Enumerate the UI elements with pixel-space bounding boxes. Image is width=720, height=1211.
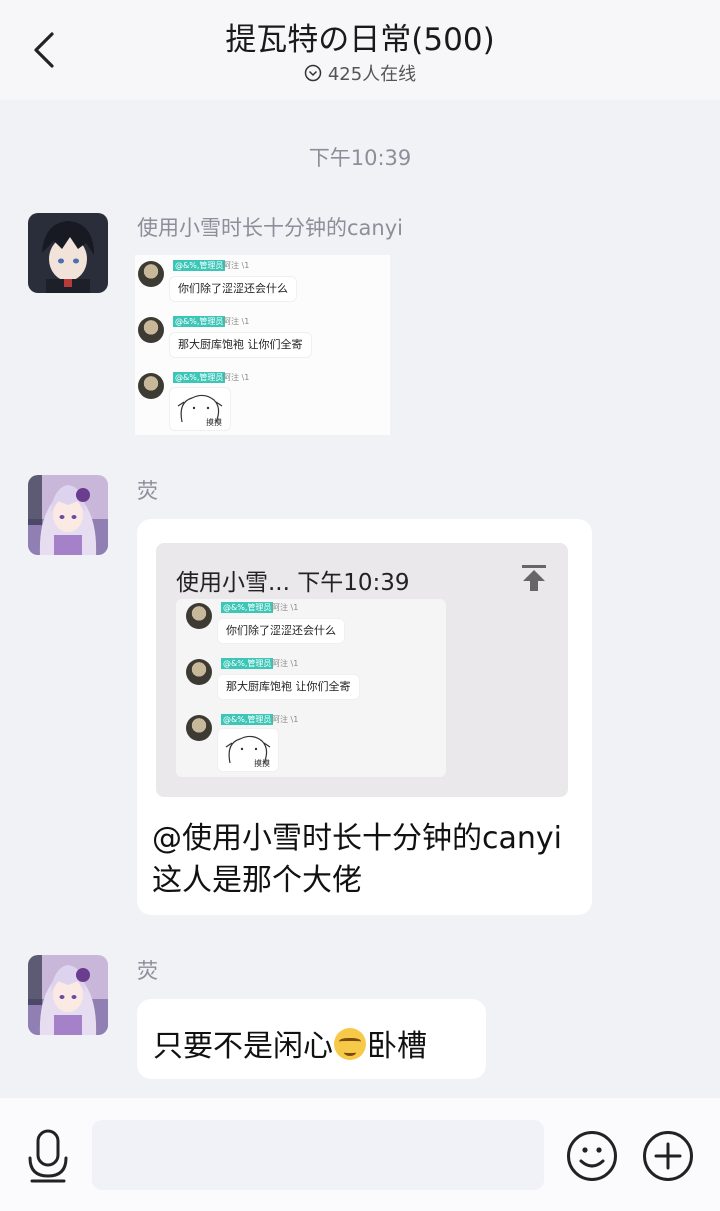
mini-bubble: 那大厨库饱袍 让你们全寄 [218,675,359,699]
avatar[interactable] [28,213,108,293]
plus-icon[interactable] [642,1130,694,1182]
admin-tag: @&%,管理员 [221,658,274,669]
message-text-part: 卧槽 [367,1029,427,1064]
chat-title[interactable]: 提瓦特の日常(500) [0,14,720,59]
mini-name: 阿注 \1 [223,373,250,382]
mini-bubble: 你们除了涩涩还会什么 [218,619,344,643]
mini-avatar [138,317,164,343]
message-input[interactable] [92,1120,544,1190]
mini-avatar [186,603,212,629]
emoji-icon[interactable] [566,1130,618,1182]
sender-name: 荧 [137,959,158,983]
online-status[interactable]: 425人在线 [0,60,720,86]
avatar[interactable] [28,955,108,1035]
message-text-part: 只要不是闲心 [153,1029,333,1064]
mini-name: 阿注 \1 [272,659,299,668]
mini-avatar [186,659,212,685]
avatar[interactable] [28,475,108,555]
quoted-message[interactable]: 使用小雪... 下午10:39 @&%,管理员 阿注 \1 你们除了涩涩还会什么… [156,543,568,797]
admin-tag: @&%,管理员 [173,316,226,327]
message-text: @使用小雪时长十分钟的canyi 这人是那个大佬 [152,821,562,898]
mini-sticker: 摸摸 [218,729,278,771]
sender-name: 使用小雪时长十分钟的canyi [137,216,403,240]
mini-sticker: 摸摸 [170,388,230,430]
sticker-label: 摸摸 [254,759,270,768]
quote-header: 使用小雪... 下午10:39 [176,570,410,596]
mini-bubble: 那大厨库饱袍 让你们全寄 [170,333,311,357]
admin-tag: @&%,管理员 [221,602,274,613]
chat-header: 提瓦特の日常(500) 425人在线 [0,0,720,100]
mini-name: 阿注 \1 [223,261,250,270]
chevron-down-circle-icon [304,64,322,82]
message-timestamp: 下午10:39 [308,146,412,170]
mini-name: 阿注 \1 [223,317,250,326]
sticker-label: 摸摸 [206,418,222,427]
admin-tag: @&%,管理员 [173,260,226,271]
message-text: 只要不是闲心 卧槽 [153,1021,427,1065]
mini-avatar [138,373,164,399]
sender-name: 荧 [137,479,158,503]
mini-name: 阿注 \1 [272,603,299,612]
pin-to-top-icon[interactable] [520,563,548,593]
mini-bubble: 你们除了涩涩还会什么 [170,277,296,301]
admin-tag: @&%,管理员 [221,714,274,725]
smirk-emoji-icon [334,1028,366,1060]
mini-avatar [138,261,164,287]
online-count-text: 425人在线 [327,64,417,85]
microphone-icon[interactable] [26,1128,70,1184]
mini-name: 阿注 \1 [272,715,299,724]
quoted-screenshot: @&%,管理员 阿注 \1 你们除了涩涩还会什么 @&%,管理员 阿注 \1 那… [176,599,446,777]
admin-tag: @&%,管理员 [173,372,226,383]
mini-avatar [186,715,212,741]
screenshot-image[interactable]: @&%,管理员 阿注 \1 你们除了涩涩还会什么 @&%,管理员 阿注 \1 那… [135,255,390,435]
